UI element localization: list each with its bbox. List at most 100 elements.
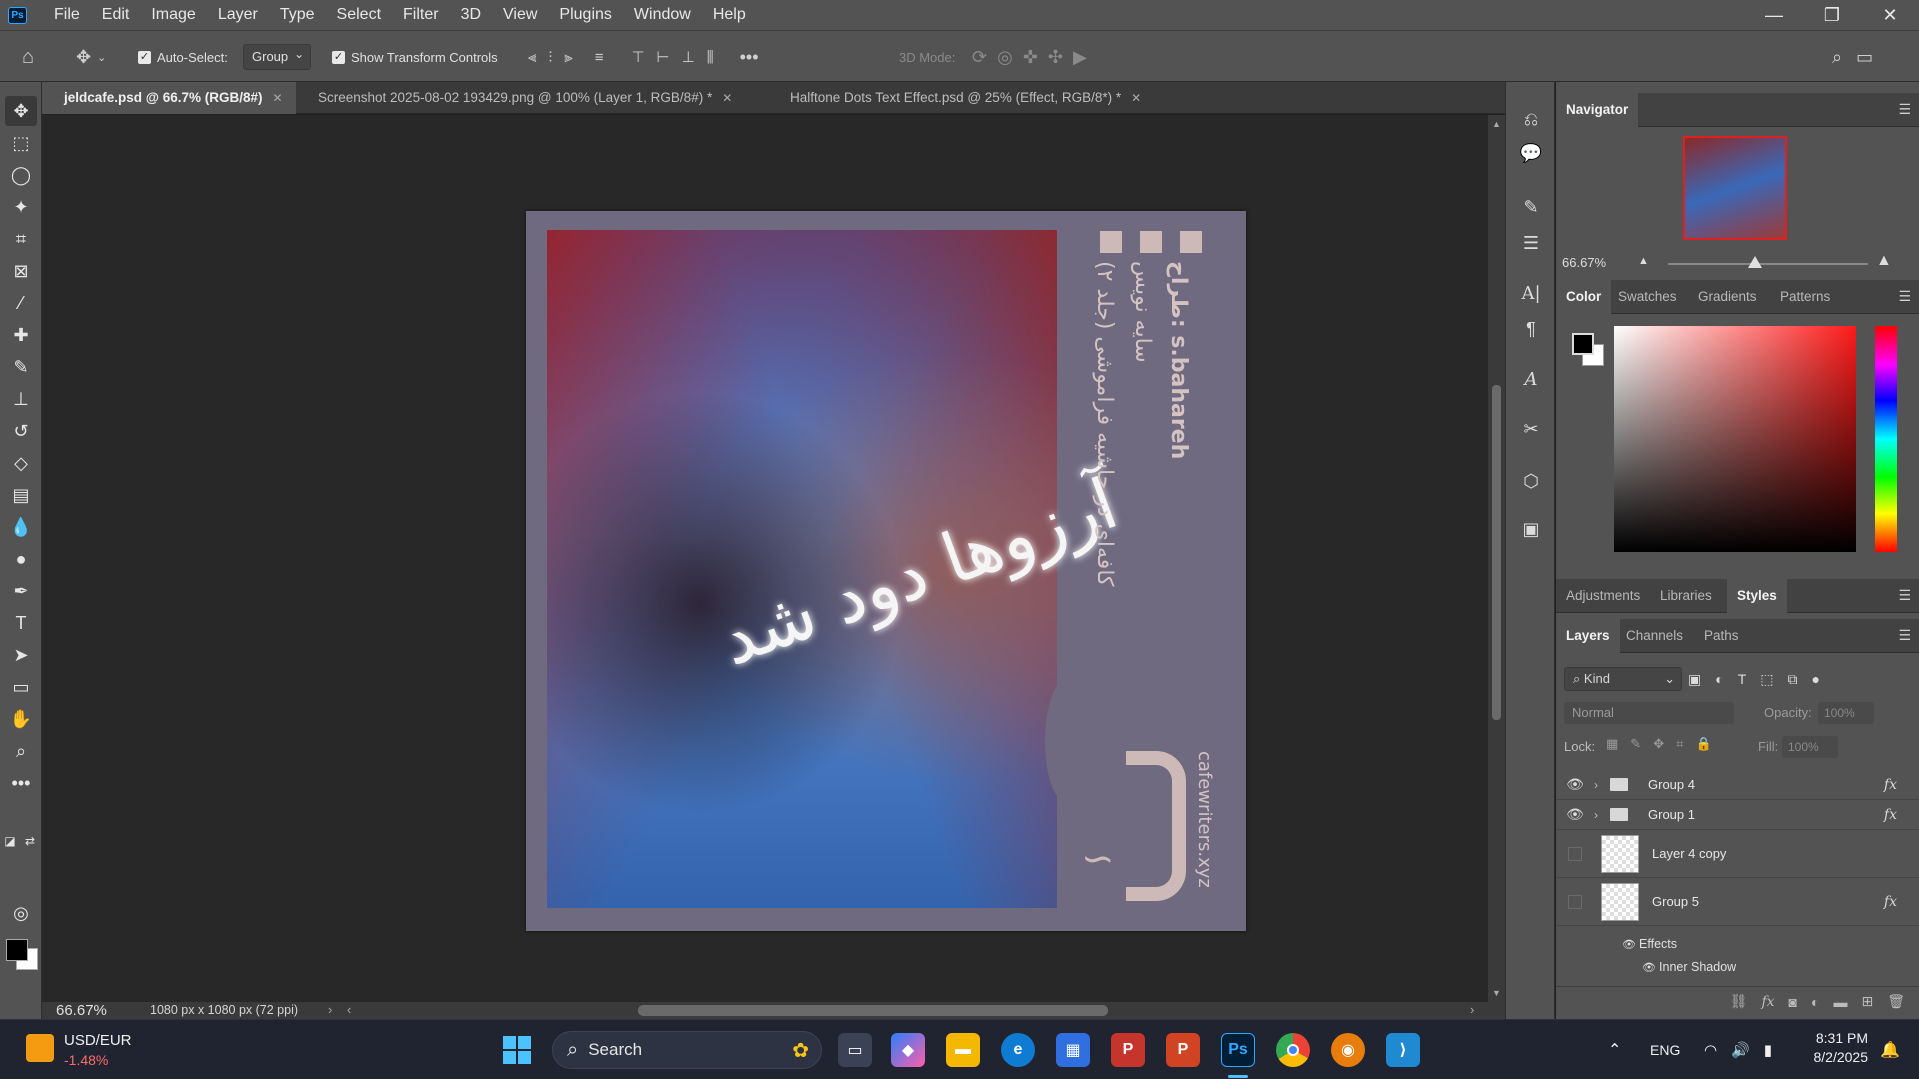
more-options-icon[interactable]: ••• bbox=[740, 47, 759, 68]
eyedropper-icon[interactable]: ⁄ bbox=[5, 288, 37, 318]
zoom-slider-handle[interactable] bbox=[1748, 256, 1762, 268]
color-picker-field[interactable] bbox=[1614, 326, 1856, 552]
layer-fx-icon[interactable]: fx bbox=[1884, 777, 1897, 793]
align-bottom-icon[interactable]: ⊥ bbox=[682, 48, 695, 66]
zoom-tool-icon[interactable]: ⌕ bbox=[5, 736, 37, 766]
status-expand-icon[interactable]: › bbox=[328, 1002, 332, 1017]
zoom-slider[interactable] bbox=[1668, 263, 1868, 265]
default-colors-icon[interactable]: ◪ bbox=[1, 826, 19, 856]
tab-jeldcafe[interactable]: jeldcafe.psd @ 66.7% (RGB/8#) ✕ bbox=[42, 82, 296, 114]
menu-image[interactable]: Image bbox=[140, 0, 206, 30]
layer-fx-icon[interactable]: fx bbox=[1884, 894, 1897, 910]
ticker-pair[interactable]: USD/EUR bbox=[64, 1032, 132, 1049]
hue-slider[interactable] bbox=[1875, 326, 1897, 552]
pen-tool-icon[interactable]: ✒ bbox=[5, 576, 37, 606]
panel-foreground-swatch[interactable] bbox=[1572, 333, 1594, 355]
menu-view[interactable]: View bbox=[492, 0, 548, 30]
3d-camera-icon[interactable]: ▶ bbox=[1073, 47, 1087, 68]
vertical-scroll-thumb[interactable] bbox=[1492, 385, 1501, 720]
taskbar-search[interactable]: ⌕ Search ✿ bbox=[552, 1031, 822, 1069]
swap-colors-icon[interactable]: ⇄ bbox=[21, 826, 39, 856]
volume-icon[interactable]: 🔊 bbox=[1731, 1041, 1750, 1059]
lock-position-icon[interactable]: ✥ bbox=[1653, 736, 1664, 752]
tab-swatches[interactable]: Swatches bbox=[1608, 280, 1687, 314]
language-indicator[interactable]: ENG bbox=[1650, 1020, 1680, 1079]
3d-pan-icon[interactable]: ✜ bbox=[1023, 47, 1038, 68]
layer-row[interactable]: 👁 › Group 4 fx bbox=[1556, 770, 1919, 800]
3d-slide-icon[interactable]: ✣ bbox=[1048, 47, 1063, 68]
libraries-icon[interactable]: ▣ bbox=[1516, 514, 1546, 544]
fill-input[interactable]: 100% bbox=[1782, 736, 1838, 758]
foreground-color-swatch[interactable] bbox=[6, 939, 28, 961]
lock-all-icon[interactable]: 🔒 bbox=[1695, 736, 1711, 752]
tab-channels[interactable]: Channels bbox=[1616, 619, 1693, 653]
effect-item-row[interactable]: 👁 Inner Shadow bbox=[1642, 960, 1736, 974]
wifi-icon[interactable]: ◠ bbox=[1704, 1041, 1717, 1059]
history-brush-icon[interactable]: ↺ bbox=[5, 416, 37, 446]
windows-start-icon[interactable] bbox=[500, 1033, 534, 1067]
tab-gradients[interactable]: Gradients bbox=[1688, 280, 1767, 314]
dodge-tool-icon[interactable]: ● bbox=[5, 544, 37, 574]
tab-layers[interactable]: Layers bbox=[1556, 619, 1620, 653]
search-icon[interactable]: ⌕ bbox=[1832, 47, 1842, 68]
filter-toggle-icon[interactable]: ● bbox=[1812, 667, 1820, 691]
lock-artboard-icon[interactable]: ⌗ bbox=[1676, 736, 1683, 752]
3d-panel-icon[interactable]: ⬡ bbox=[1516, 466, 1546, 496]
tab-paths[interactable]: Paths bbox=[1694, 619, 1749, 653]
navigator-zoom[interactable]: 66.67% bbox=[1562, 255, 1606, 270]
tab-adjustments[interactable]: Adjustments bbox=[1556, 579, 1650, 613]
tab-navigator[interactable]: Navigator bbox=[1556, 93, 1639, 127]
store-icon[interactable]: ▦ bbox=[1056, 1033, 1090, 1067]
task-view-icon[interactable]: ▭ bbox=[838, 1033, 872, 1067]
horizontal-scroll-thumb[interactable] bbox=[638, 1005, 1108, 1016]
tab-libraries[interactable]: Libraries bbox=[1650, 579, 1722, 613]
align-top-icon[interactable]: ⊤ bbox=[631, 48, 644, 66]
panel-menu-icon[interactable]: ☰ bbox=[1898, 288, 1911, 305]
menu-plugins[interactable]: Plugins bbox=[548, 0, 622, 30]
tab-patterns[interactable]: Patterns bbox=[1770, 280, 1840, 314]
new-group-icon[interactable]: ▬ bbox=[1833, 994, 1847, 1010]
menu-layer[interactable]: Layer bbox=[207, 0, 269, 30]
tab-color[interactable]: Color bbox=[1556, 280, 1612, 314]
close-icon[interactable]: ✕ bbox=[1131, 82, 1141, 114]
powerpoint-2-icon[interactable]: P bbox=[1166, 1033, 1200, 1067]
scroll-up-icon[interactable]: ▲ bbox=[1492, 119, 1501, 129]
hand-tool-icon[interactable]: ✋ bbox=[5, 704, 37, 734]
powerpoint-icon[interactable]: P bbox=[1111, 1033, 1145, 1067]
filter-shape-icon[interactable]: ⬚ bbox=[1760, 667, 1773, 691]
restore-icon[interactable]: ❐ bbox=[1803, 0, 1861, 30]
menu-filter[interactable]: Filter bbox=[392, 0, 450, 30]
auto-select-dropdown[interactable]: Group bbox=[243, 42, 312, 70]
panel-menu-icon[interactable]: ☰ bbox=[1898, 627, 1911, 644]
more-tools-icon[interactable]: ••• bbox=[5, 768, 37, 798]
brush-tool-icon[interactable]: ✎ bbox=[5, 352, 37, 382]
file-explorer-icon[interactable]: ▬ bbox=[946, 1033, 980, 1067]
eye-icon[interactable]: 👁 bbox=[1564, 806, 1586, 823]
filter-pixel-icon[interactable]: ▣ bbox=[1688, 667, 1701, 691]
tab-screenshot[interactable]: Screenshot 2025-08-02 193429.png @ 100% … bbox=[296, 82, 768, 114]
scroll-left-icon[interactable]: ‹ bbox=[347, 1002, 351, 1017]
3d-orbit-icon[interactable]: ⟳ bbox=[972, 47, 987, 68]
eye-icon[interactable]: 👁 bbox=[1622, 939, 1639, 951]
ticker-icon[interactable] bbox=[26, 1034, 54, 1062]
blender-icon[interactable]: ◉ bbox=[1331, 1033, 1365, 1067]
quick-mask-icon[interactable]: ◎ bbox=[5, 898, 37, 928]
properties-panel-icon[interactable]: ☰ bbox=[1516, 228, 1546, 258]
status-zoom[interactable]: 66.67% bbox=[56, 1002, 107, 1019]
workspace-icon[interactable]: ▭ bbox=[1856, 47, 1873, 68]
menu-window[interactable]: Window bbox=[623, 0, 702, 30]
comments-panel-icon[interactable]: 💬 bbox=[1516, 138, 1546, 168]
menu-type[interactable]: Type bbox=[269, 0, 326, 30]
path-select-icon[interactable]: ➤ bbox=[5, 640, 37, 670]
align-center-icon[interactable]: ⫶ bbox=[548, 49, 552, 66]
zoom-out-icon[interactable]: ▲ bbox=[1638, 255, 1649, 267]
glyphs-panel-icon[interactable]: A bbox=[1516, 364, 1546, 394]
marquee-tool-icon[interactable]: ⬚ bbox=[5, 128, 37, 158]
type-tool-icon[interactable]: T bbox=[5, 608, 37, 638]
filter-smart-icon[interactable]: ⧉ bbox=[1788, 667, 1798, 691]
tool-presets-icon[interactable]: ✂ bbox=[1516, 414, 1546, 444]
frame-tool-icon[interactable]: ⊠ bbox=[5, 256, 37, 286]
paragraph-panel-icon[interactable]: ¶ bbox=[1516, 314, 1546, 344]
rectangle-tool-icon[interactable]: ▭ bbox=[5, 672, 37, 702]
move-tool-icon[interactable]: ✥ bbox=[76, 47, 91, 68]
